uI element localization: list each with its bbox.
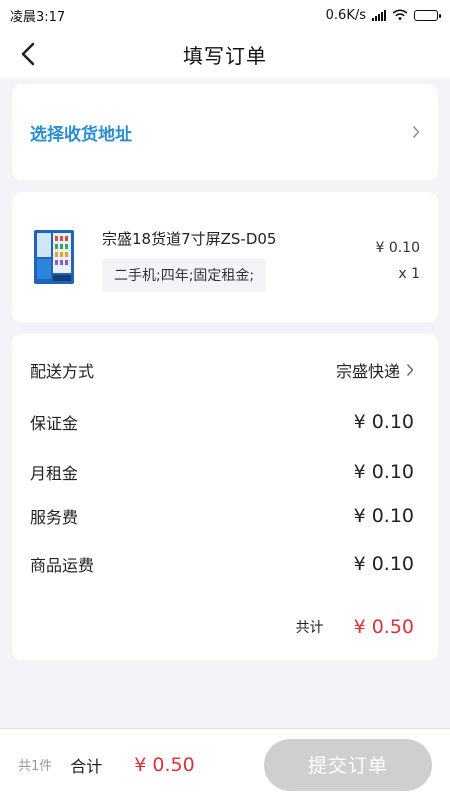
chevron-right-icon: [412, 126, 420, 138]
delivery-method-text: 宗盛快递: [335, 362, 400, 381]
service-fee-label: 服务费: [30, 508, 79, 527]
total-value: ¥ 0.50: [353, 616, 414, 638]
vending-machine-image: [34, 230, 74, 284]
back-button[interactable]: [14, 40, 42, 68]
item-count: 共1件: [18, 759, 53, 774]
select-address-label: 选择收货地址: [30, 124, 132, 145]
submit-order-button[interactable]: 提交订单: [264, 738, 432, 791]
sum-value: ¥ 0.50: [134, 753, 195, 776]
product-price: ¥ 0.10: [375, 240, 420, 256]
wifi-icon: [392, 9, 408, 21]
total-label: 共计: [295, 620, 324, 636]
battery-icon: [414, 9, 441, 21]
product-spec-tag: 二手机;四年;固定租金;: [102, 258, 267, 292]
shipping-fee-value: ¥ 0.10: [353, 553, 414, 575]
status-bar: 凌晨3:17 0.6K/s: [0, 0, 450, 30]
status-time: 凌晨3:17: [10, 9, 66, 25]
deposit-label: 保证金: [30, 414, 79, 433]
delivery-method-value[interactable]: 宗盛快递: [336, 358, 414, 382]
chevron-left-icon: [21, 42, 35, 66]
deposit-row: 保证金 ¥ 0.10: [30, 410, 414, 434]
page-title: 填写订单: [183, 43, 267, 68]
monthly-rent-label: 月租金: [30, 464, 79, 483]
delivery-method-row[interactable]: 配送方式 宗盛快递: [30, 358, 414, 382]
select-address-card[interactable]: 选择收货地址: [12, 84, 438, 180]
checkout-bar: 共1件 合计 ¥ 0.50 提交订单: [0, 728, 450, 800]
signal-icon: [372, 9, 386, 21]
monthly-rent-value: ¥ 0.10: [353, 461, 414, 483]
shipping-fee-row: 商品运费 ¥ 0.10: [30, 552, 414, 576]
product-name: 宗盛18货道7寸屏ZS-D05: [102, 230, 277, 248]
status-indicators: 0.6K/s: [325, 7, 441, 23]
delivery-method-label: 配送方式: [30, 362, 95, 381]
product-quantity: x 1: [398, 266, 420, 282]
service-fee-value: ¥ 0.10: [353, 505, 414, 527]
service-fee-row: 服务费 ¥ 0.10: [30, 504, 414, 528]
deposit-value: ¥ 0.10: [353, 411, 414, 433]
shipping-fee-label: 商品运费: [30, 556, 95, 575]
product-card: 宗盛18货道7寸屏ZS-D05 二手机;四年;固定租金; ¥ 0.10 x 1: [12, 192, 438, 322]
net-speed: 0.6K/s: [325, 7, 366, 23]
chevron-right-icon: [406, 364, 414, 376]
total-row: 共计 ¥ 0.50: [296, 616, 414, 638]
sum-label: 合计: [70, 756, 103, 776]
fee-details-card: 配送方式 宗盛快递 保证金 ¥ 0.10 月租金 ¥ 0.10 服务费 ¥ 0.…: [12, 334, 438, 660]
nav-bar: 填写订单: [0, 30, 450, 78]
monthly-rent-row: 月租金 ¥ 0.10: [30, 460, 414, 484]
